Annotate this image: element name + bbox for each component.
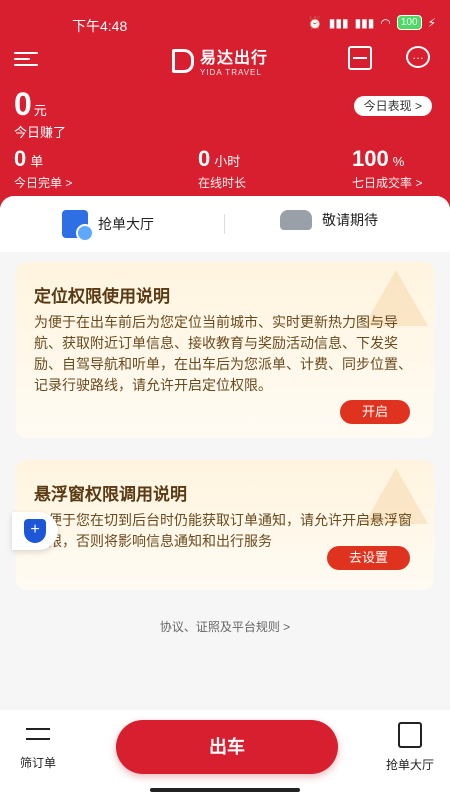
logo-icon: [172, 48, 194, 73]
order-list-icon: [397, 722, 422, 748]
message-icon[interactable]: …: [406, 46, 430, 68]
alarm-icon: ⏰: [307, 15, 323, 30]
card-title: 定位权限使用说明: [34, 287, 170, 306]
charging-icon: ⚡: [427, 15, 436, 30]
today-performance-button[interactable]: 今日表现 >: [353, 96, 432, 116]
menu-icon[interactable]: [14, 48, 38, 68]
signal-icon-2: ▮▮▮: [354, 15, 375, 30]
brand-name: 易达出行: [200, 50, 269, 67]
location-permission-card: 定位权限使用说明 为便于在出车前后为您定位当前城市、实时更新热力图与导航、获取附…: [16, 262, 434, 438]
tab-coming-soon[interactable]: 敬请期待: [280, 210, 378, 230]
tab-divider: [224, 214, 225, 234]
status-icons: ⏰ ▮▮▮ ▮▮▮ ◠ 100 ⚡: [308, 15, 436, 30]
battery-icon: 100: [396, 15, 422, 30]
header: 下午4:48 ⏰ ▮▮▮ ▮▮▮ ◠ 100 ⚡ 易达出行 YIDA TRAVE…: [0, 0, 450, 215]
home-indicator: [150, 788, 300, 792]
rules-link[interactable]: 协议、证照及平台规则 >: [0, 618, 450, 635]
overlay-permission-card: 悬浮窗权限调用说明 为便于您在切到后台时仍能获取订单通知，请允许开启悬浮窗权限，…: [16, 460, 434, 590]
earnings-amount: 0元: [14, 86, 47, 122]
stat-online-hours: 0 小时 在线时长: [198, 146, 247, 190]
overlay-settings-button[interactable]: 去设置: [326, 546, 410, 570]
bottom-bar: 筛订单 出车 抢单大厅: [0, 710, 450, 800]
stat-completed-orders[interactable]: 0单 今日完单 >: [14, 146, 72, 191]
go-online-button[interactable]: 出车: [116, 720, 338, 774]
card-body: 为便于在出车前后为您定位当前城市、实时更新热力图与导航、获取附近订单信息、接收教…: [34, 314, 412, 393]
main-panel: 抢单大厅 敬请期待 定位权限使用说明 为便于在出车前后为您定位当前城市、实时更新…: [0, 196, 450, 716]
card-title: 悬浮窗权限调用说明: [34, 485, 187, 504]
stat-deal-rate[interactable]: 100% 七日成交率 >: [352, 146, 422, 191]
grab-hall-button[interactable]: 抢单大厅: [386, 722, 434, 773]
brand-name-en: YIDA TRAVEL: [200, 68, 262, 77]
status-time: 下午4:48: [72, 18, 128, 34]
wifi-icon: ◠: [380, 15, 391, 30]
filter-orders-button[interactable]: 筛订单: [20, 722, 56, 771]
scan-icon[interactable]: [348, 46, 372, 70]
enable-location-button[interactable]: 开启: [339, 400, 410, 424]
order-hall-icon: [62, 210, 94, 242]
earnings-label: 今日赚了: [14, 125, 67, 140]
status-bar: 下午4:48 ⏰ ▮▮▮ ▮▮▮ ◠ 100 ⚡: [0, 10, 450, 36]
safety-float-button[interactable]: +: [12, 512, 58, 550]
car-icon: [280, 210, 312, 230]
tab-grab-hall[interactable]: 抢单大厅: [62, 210, 154, 242]
tab-bar: 抢单大厅 敬请期待: [0, 196, 450, 252]
brand: 易达出行 YIDA TRAVEL: [172, 44, 268, 77]
shield-plus-icon: +: [24, 519, 46, 543]
signal-icon: ▮▮▮: [328, 15, 349, 30]
filter-icon: [24, 722, 52, 746]
top-bar: 易达出行 YIDA TRAVEL …: [0, 40, 450, 77]
